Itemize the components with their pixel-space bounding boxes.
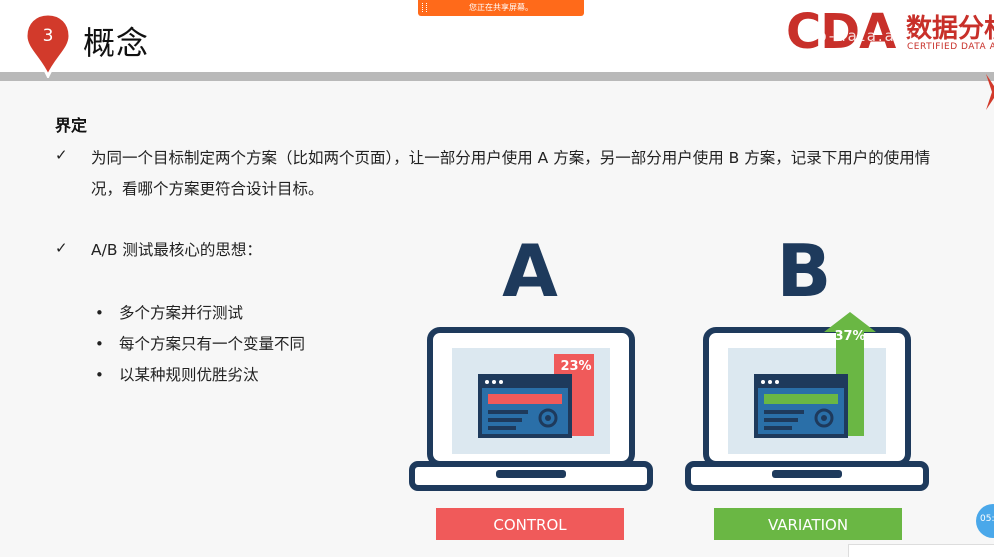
ab-test-illustration: A B 23% 37% CONTROL VARIATION <box>409 230 929 540</box>
control-percent: 23% <box>560 359 591 374</box>
variation-label: VARIATION <box>768 516 848 534</box>
definition-text: 为同一个目标制定两个方案（比如两个页面），让一部分用户使用 A 方案，另一部分用… <box>91 149 931 198</box>
timer-text: 05: <box>980 514 994 524</box>
letter-b: B <box>777 230 832 313</box>
letter-a: A <box>502 230 558 313</box>
laptop-b-icon: 37% <box>685 312 929 491</box>
bullet-icon: • <box>95 366 104 384</box>
core-idea-text: A/B 测试最核心的思想： <box>91 241 262 259</box>
screen-share-text: 您正在共享屏幕。 <box>469 3 533 12</box>
bullet-list: • 多个方案并行测试 • 每个方案只有一个变量不同 • 以某种规则优胜劣汰 <box>95 298 305 391</box>
list-item: • 多个方案并行测试 <box>95 298 305 329</box>
bullet-icon: • <box>95 335 104 353</box>
control-label: CONTROL <box>493 516 567 534</box>
variation-percent: 37% <box>834 329 865 344</box>
list-item: • 以某种规则优胜劣汰 <box>95 360 305 391</box>
check-icon: ✓ <box>55 239 68 257</box>
screen-share-banner[interactable]: 您正在共享屏幕。 <box>418 0 584 16</box>
section-heading: 界定 <box>55 116 88 135</box>
page-title: 概念 <box>83 24 150 62</box>
overlay-panel <box>848 544 994 557</box>
laptop-a-icon: 23% <box>409 327 653 491</box>
header-divider <box>0 72 994 81</box>
drag-handle-icon[interactable] <box>422 3 427 12</box>
slide-number: 3 <box>42 26 54 46</box>
list-item: • 每个方案只有一个变量不同 <box>95 329 305 360</box>
watermark-text: ob-data.afu... <box>806 27 935 45</box>
bullet-icon: • <box>95 304 104 322</box>
red-arrow-icon <box>986 74 994 110</box>
check-icon: ✓ <box>55 146 68 164</box>
